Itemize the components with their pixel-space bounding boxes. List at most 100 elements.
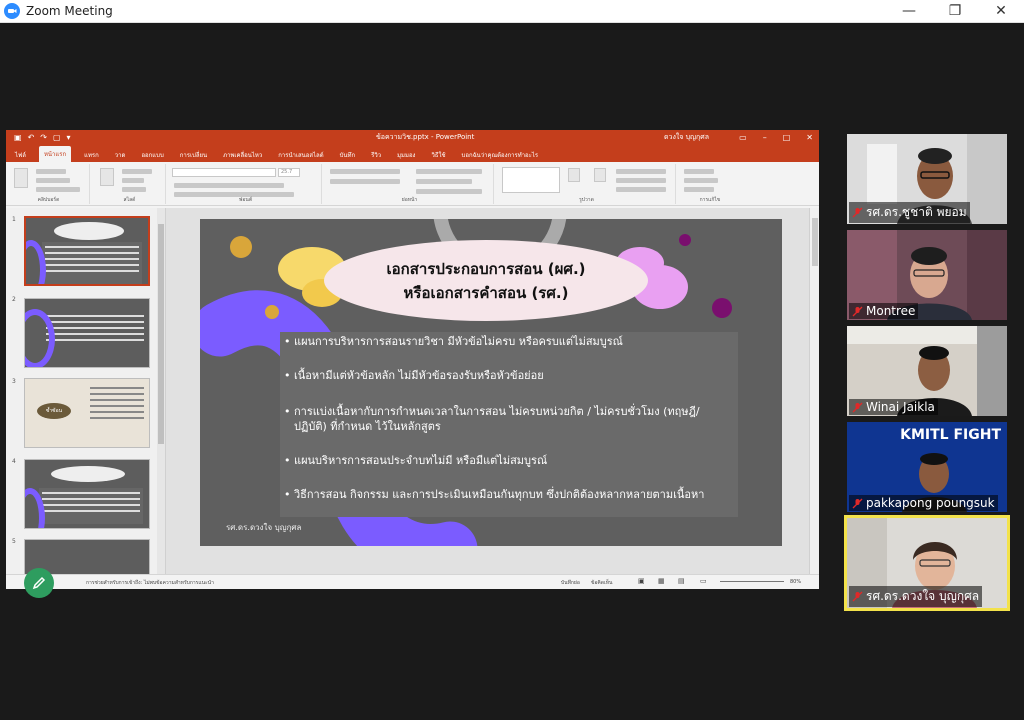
font-size-dropdown[interactable]: 25.7: [278, 168, 300, 177]
tab-help[interactable]: วิธีใช้: [428, 148, 448, 162]
mic-muted-icon: [852, 402, 863, 412]
ppt-minimize-icon[interactable]: –: [763, 133, 767, 142]
ppt-user-name: ดวงใจ บุญกุศล: [663, 133, 709, 141]
accessibility-info[interactable]: การช่วยสำหรับการเข้าถึง: ไม่พบข้อความสำห…: [86, 579, 214, 587]
slide-title-line2: หรือเอกสารคำสอน (รศ.): [403, 283, 569, 302]
thumb-number: 2: [12, 296, 16, 303]
thumb-number: 1: [12, 216, 16, 223]
tab-view[interactable]: มุมมอง: [394, 148, 418, 162]
ppt-ribbon-tabs: ไฟล์ หน้าแรก แทรก วาด ออกแบบ การเปลี่ยน …: [6, 145, 819, 162]
ribbon-clipboard-group: คลิปบอร์ด: [8, 164, 90, 204]
slide-scrollbar[interactable]: [809, 208, 819, 574]
thumbnails-scrollbar[interactable]: [157, 208, 165, 574]
ribbon-paragraph-group: ย่อหน้า: [326, 164, 494, 204]
tab-animations[interactable]: ภาพเคลื่อนไหว: [220, 148, 265, 162]
participant-name: pakkapong poungsuk: [866, 496, 995, 510]
participant-name: Winai Jaikla: [866, 400, 935, 414]
bullet-item: • การแบ่งเนื้อหากับการกำหนดเวลาในการสอน …: [284, 405, 700, 433]
slide-sorter-icon[interactable]: ▦: [658, 577, 665, 585]
participant-label: รศ.ดร.ดวงใจ บุญกุศล: [849, 586, 983, 607]
participant-tile[interactable]: Montree: [847, 230, 1007, 320]
participant-label: Montree: [849, 303, 919, 319]
slide-thumbnail-4[interactable]: [24, 459, 150, 529]
ribbon-editing-group: การแก้ไข: [680, 164, 740, 204]
zoom-slider[interactable]: [720, 581, 784, 582]
ppt-maximize-icon[interactable]: □: [783, 133, 791, 142]
mic-muted-icon: [852, 591, 863, 602]
slide-content-box[interactable]: • แผนการบริหารการสอนรายวิชา มีหัวข้อไม่ค…: [280, 332, 738, 517]
ribbon-editing-label: การแก้ไข: [699, 197, 721, 203]
ribbon-drawing-label: รูปวาด: [579, 197, 594, 203]
bullet-item: • เนื้อหามีแต่หัวข้อหลัก ไม่มีหัวข้อรองร…: [284, 369, 544, 382]
notes-button[interactable]: บันทึกย่อ: [561, 579, 580, 587]
paste-icon[interactable]: [14, 168, 28, 188]
tab-draw[interactable]: วาด: [112, 148, 129, 162]
thumb-number: 3: [12, 378, 16, 385]
participant-tile[interactable]: KMITL FIGHT pakkapong poungsuk: [847, 422, 1007, 512]
shared-screen-powerpoint[interactable]: ▣ ↶ ↷ ▢ ▾ ข้อความวิช.pptx - PowerPoint ด…: [6, 130, 819, 589]
tab-home[interactable]: หน้าแรก: [38, 146, 72, 162]
mic-muted-icon: [852, 207, 863, 218]
more-icon[interactable]: ▾: [67, 133, 71, 142]
ribbon-font-label: ฟอนต์: [238, 197, 253, 203]
thumb-badge: ซ้ำซ้อน: [37, 403, 71, 419]
ppt-ribbon: คลิปบอร์ด สไลด์ 25.7 ฟอนต์ ย่อหน้า รูปวา…: [6, 162, 819, 206]
arrange-icon[interactable]: [568, 168, 580, 182]
slide-thumbnail-2[interactable]: [24, 298, 150, 368]
slideshow-view-icon[interactable]: ▭: [700, 577, 707, 585]
mic-muted-icon: [852, 498, 863, 508]
tell-me-search[interactable]: บอกฉันว่าคุณต้องการทำอะไร: [459, 148, 542, 162]
reading-view-icon[interactable]: ▤: [678, 577, 685, 585]
ppt-close-icon[interactable]: ✕: [806, 133, 813, 142]
tab-file[interactable]: ไฟล์: [12, 148, 29, 162]
annotate-pen-button[interactable]: [24, 568, 54, 598]
ribbon-drawing-group: รูปวาด: [498, 164, 676, 204]
participant-tile-active-speaker[interactable]: รศ.ดร.ดวงใจ บุญกุศล: [844, 515, 1010, 611]
ribbon-clipboard-label: คลิปบอร์ด: [37, 197, 60, 203]
new-slide-icon[interactable]: [100, 168, 114, 186]
quick-styles-icon[interactable]: [594, 168, 606, 182]
slide-editing-area: เอกสารประกอบการสอน (ผศ.) หรือเอกสารคำสอน…: [166, 208, 819, 574]
current-slide: เอกสารประกอบการสอน (ผศ.) หรือเอกสารคำสอน…: [200, 219, 782, 546]
slide-title[interactable]: เอกสารประกอบการสอน (ผศ.) หรือเอกสารคำสอน…: [324, 240, 648, 321]
participant-name: Montree: [866, 304, 916, 318]
tab-insert[interactable]: แทรก: [81, 148, 102, 162]
tab-record[interactable]: บันทึก: [337, 148, 359, 162]
redo-icon[interactable]: ↷: [40, 133, 47, 142]
tab-slideshow[interactable]: การนำเสนอสไลด์: [275, 148, 326, 162]
slide-thumbnail-3[interactable]: ซ้ำซ้อน: [24, 378, 150, 448]
maximize-button[interactable]: ❐: [932, 0, 978, 22]
tab-design[interactable]: ออกแบบ: [138, 148, 166, 162]
ribbon-font-group: 25.7 ฟอนต์: [170, 164, 322, 204]
participant-tile[interactable]: รศ.ดร.ชูชาติ พยอม: [847, 134, 1007, 224]
mic-muted-icon: [852, 306, 863, 316]
window-title: Zoom Meeting: [26, 4, 113, 18]
font-name-dropdown[interactable]: [172, 168, 276, 177]
bullet-item: • แผนบริหารการสอนประจำบทไม่มี หรือมีแต่ไ…: [284, 454, 548, 467]
start-slideshow-icon[interactable]: ▢: [53, 133, 61, 142]
ppt-titlebar: ▣ ↶ ↷ ▢ ▾ ข้อความวิช.pptx - PowerPoint ด…: [6, 130, 819, 145]
participant-tile[interactable]: Winai Jaikla: [847, 326, 1007, 416]
bullet-item: • แผนการบริหารการสอนรายวิชา มีหัวข้อไม่ค…: [284, 335, 623, 348]
participant-label: pakkapong poungsuk: [849, 495, 998, 511]
slide-thumbnail-1[interactable]: [24, 216, 150, 286]
ribbon-slides-group: สไลด์: [94, 164, 166, 204]
save-icon[interactable]: ▣: [14, 133, 22, 142]
comments-button[interactable]: ข้อคิดเห็น: [591, 579, 612, 587]
slide-thumbnails-pane: 1 2 3 ซ้ำซ้อน 4 5: [6, 208, 166, 575]
close-button[interactable]: ✕: [978, 0, 1024, 22]
zoom-logo-icon: [4, 3, 20, 19]
shapes-gallery[interactable]: [502, 167, 560, 193]
minimize-button[interactable]: —: [886, 0, 932, 22]
participant-label: รศ.ดร.ชูชาติ พยอม: [849, 202, 970, 223]
thumb-number: 5: [12, 538, 16, 545]
undo-icon[interactable]: ↶: [28, 133, 35, 142]
tab-transitions[interactable]: การเปลี่ยน: [177, 148, 210, 162]
thumb-number: 4: [12, 458, 16, 465]
normal-view-icon[interactable]: ▣: [638, 577, 645, 585]
tab-review[interactable]: รีวิว: [368, 148, 384, 162]
slide-title-line1: เอกสารประกอบการสอน (ผศ.): [386, 259, 586, 278]
zoom-titlebar: Zoom Meeting — ❐ ✕: [0, 0, 1024, 23]
ppt-ribbon-display-icon[interactable]: ▭: [739, 133, 747, 142]
zoom-level[interactable]: 80%: [790, 579, 801, 585]
